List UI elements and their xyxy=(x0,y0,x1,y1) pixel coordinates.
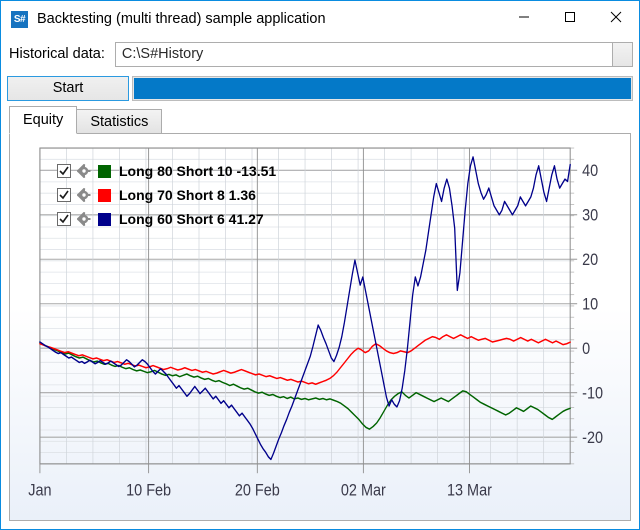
check-icon xyxy=(59,166,69,176)
chart-legend: Long 80 Short 10 -13.51 Long 70 Short 8 … xyxy=(57,159,276,231)
legend-label-0: Long 80 Short 10 -13.51 xyxy=(119,163,277,179)
svg-text:30: 30 xyxy=(582,207,598,225)
progress-bar-fill xyxy=(134,77,631,99)
browse-button[interactable] xyxy=(612,41,633,67)
legend-color-swatch-2 xyxy=(98,212,111,226)
tab-strip: Equity Statistics xyxy=(1,106,639,134)
check-icon xyxy=(59,190,69,200)
historical-data-row: Historical data: xyxy=(1,37,639,71)
window-title: Backtesting (multi thread) sample applic… xyxy=(37,11,326,27)
svg-text:-10: -10 xyxy=(582,385,603,403)
check-icon xyxy=(59,214,69,224)
legend-label-2: Long 60 Short 6 41.27 xyxy=(119,211,264,227)
svg-text:10: 10 xyxy=(582,296,598,314)
historical-data-input-group xyxy=(114,41,633,67)
svg-text:20: 20 xyxy=(582,251,598,269)
svg-text:0: 0 xyxy=(582,340,590,358)
svg-text:-20: -20 xyxy=(582,429,603,447)
close-button[interactable] xyxy=(593,1,639,32)
svg-text:13 Mar: 13 Mar xyxy=(447,481,492,499)
close-icon xyxy=(610,11,622,22)
minimize-icon xyxy=(519,16,529,17)
historical-data-input[interactable] xyxy=(114,41,612,67)
historical-data-label: Historical data: xyxy=(9,46,105,62)
gear-icon[interactable] xyxy=(76,187,91,203)
svg-text:02 Mar: 02 Mar xyxy=(341,481,386,499)
tab-statistics[interactable]: Statistics xyxy=(76,109,163,134)
minimize-button[interactable] xyxy=(501,1,547,32)
legend-checkbox-0[interactable] xyxy=(57,164,71,178)
tab-page-equity: 40 30 20 10 0 -10 -20 Jan 10 Feb 20 Feb 02 Mar 13 M… xyxy=(9,134,631,521)
legend-checkbox-2[interactable] xyxy=(57,212,71,226)
maximize-icon xyxy=(565,11,575,22)
gear-icon[interactable] xyxy=(76,163,91,179)
progress-bar xyxy=(132,75,633,101)
legend-checkbox-1[interactable] xyxy=(57,188,71,202)
svg-text:40: 40 xyxy=(582,162,598,180)
svg-text:20 Feb: 20 Feb xyxy=(235,481,280,499)
legend-color-swatch-1 xyxy=(98,188,111,202)
gear-icon[interactable] xyxy=(76,211,91,227)
title-bar: S# Backtesting (multi thread) sample app… xyxy=(1,1,639,37)
legend-item-0[interactable]: Long 80 Short 10 -13.51 xyxy=(57,159,276,183)
window-controls xyxy=(501,1,639,37)
legend-item-1[interactable]: Long 70 Short 8 1.36 xyxy=(57,183,276,207)
legend-color-swatch-0 xyxy=(98,164,111,178)
app-icon: S# xyxy=(11,10,28,28)
app-window: S# Backtesting (multi thread) sample app… xyxy=(0,0,640,530)
svg-text:10 Feb: 10 Feb xyxy=(126,481,171,499)
maximize-button[interactable] xyxy=(547,1,593,32)
tab-equity[interactable]: Equity xyxy=(9,106,78,134)
start-progress-row: Start xyxy=(1,73,639,103)
legend-item-2[interactable]: Long 60 Short 6 41.27 xyxy=(57,207,276,231)
svg-text:Jan: Jan xyxy=(28,481,51,499)
start-button[interactable]: Start xyxy=(7,75,129,101)
legend-label-1: Long 70 Short 8 1.36 xyxy=(119,187,256,203)
